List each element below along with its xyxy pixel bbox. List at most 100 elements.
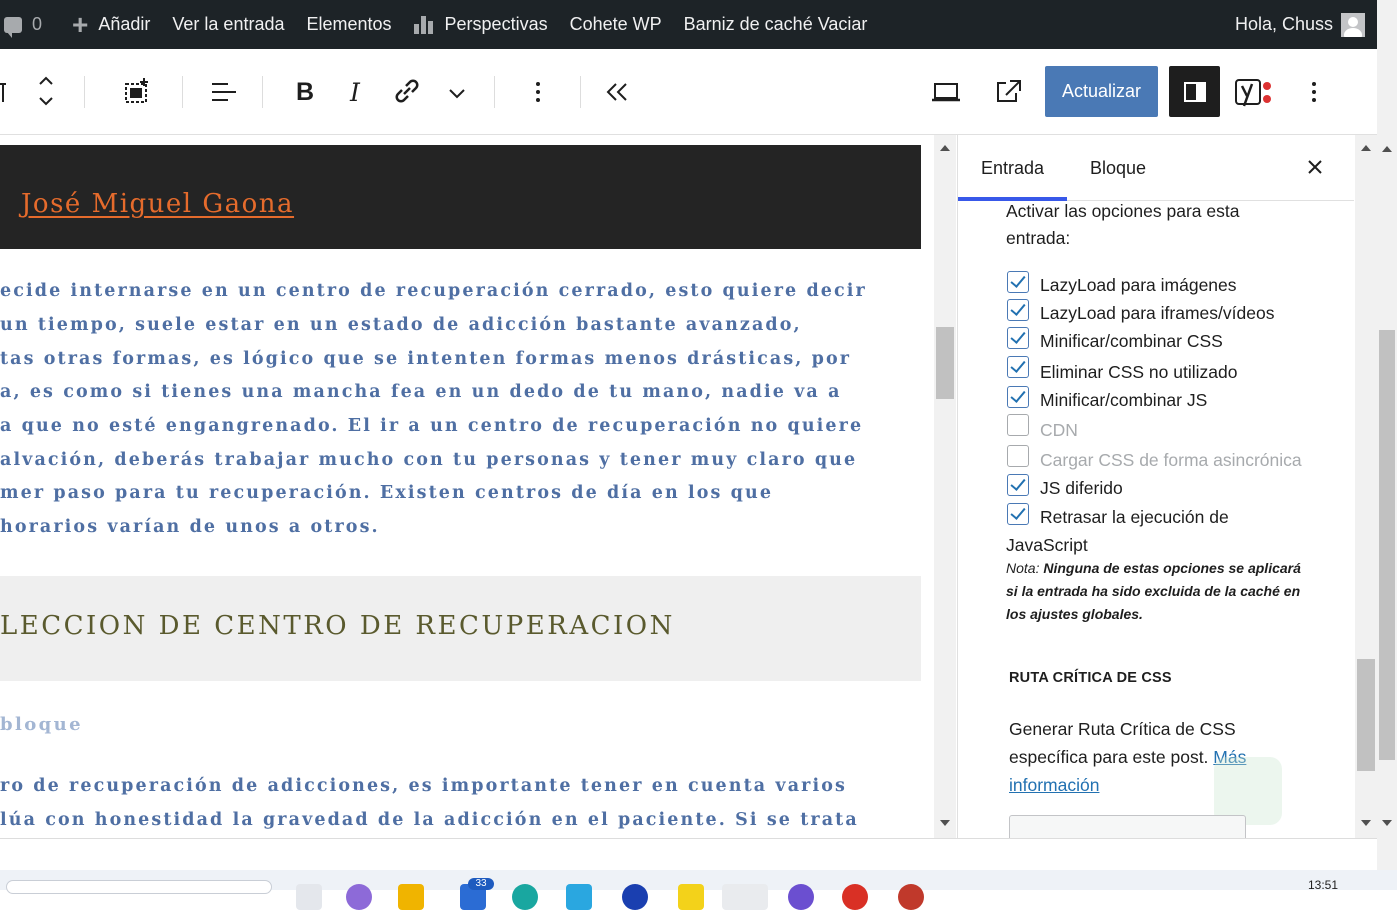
checkbox-label[interactable]: LazyLoad para imágenes — [1040, 275, 1237, 296]
paragraph-line[interactable]: lúa con honestidad la gravedad de la adi… — [0, 810, 859, 830]
app-icon[interactable] — [512, 884, 538, 910]
paragraph-line[interactable]: a que no esté engangrenado. El ir a un c… — [0, 416, 863, 436]
checkbox-label[interactable]: Eliminar CSS no utilizado — [1040, 362, 1237, 383]
app-icon[interactable] — [842, 884, 868, 910]
scroll-down-icon[interactable] — [1361, 820, 1371, 826]
checkbox-lazyload-iframes[interactable] — [1007, 299, 1029, 321]
checkbox-defer-js[interactable] — [1007, 474, 1029, 496]
paragraph-line[interactable]: tas otras formas, es lógico que se inten… — [0, 349, 851, 369]
app-icon[interactable] — [566, 884, 592, 910]
checkbox-cdn[interactable] — [1007, 414, 1029, 436]
move-up-down-icon[interactable] — [34, 72, 58, 112]
note-label: Nota: — [1006, 560, 1040, 576]
app-icon[interactable] — [788, 884, 814, 910]
app-icon[interactable] — [296, 884, 322, 910]
note-text: Nota: Ninguna de estas opciones se aplic… — [1006, 557, 1316, 626]
author-block[interactable]: José Miguel Gaona — [0, 145, 921, 249]
bold-button[interactable]: B — [290, 76, 320, 108]
comments-count: 0 — [32, 14, 43, 34]
avatar — [1341, 12, 1365, 37]
editor-canvas[interactable]: José Miguel Gaona ecide internarse en un… — [0, 135, 934, 838]
view-post-link[interactable]: Ver la entrada — [161, 0, 295, 49]
greeting: Hola, Chuss — [1234, 14, 1333, 34]
paragraph-line[interactable]: ecide internarse en un centro de recuper… — [0, 281, 867, 301]
comment-icon — [4, 16, 22, 38]
app-icon[interactable] — [678, 884, 704, 910]
checkbox-label: CDN — [1040, 420, 1078, 440]
heading-text[interactable]: LECCION DE CENTRO DE RECUPERACION — [0, 611, 675, 641]
scroll-thumb[interactable] — [1357, 659, 1375, 771]
paragraph-line[interactable]: ro de recuperación de adicciones, es imp… — [0, 776, 847, 796]
link-icon[interactable] — [390, 76, 422, 108]
app-icon[interactable] — [346, 884, 372, 910]
scroll-up-icon[interactable] — [1361, 145, 1371, 151]
author-link[interactable]: José Miguel Gaona — [21, 189, 294, 219]
checkbox-label-wrap[interactable]: JavaScript — [1006, 535, 1088, 556]
checkbox-lazyload-images[interactable] — [1007, 271, 1029, 293]
checkbox-label[interactable]: Minificar/combinar CSS — [1040, 331, 1223, 352]
paragraph-line[interactable]: un tiempo, suele estar en un estado de a… — [0, 315, 802, 335]
add-new-label: Añadir — [98, 14, 151, 34]
insights-link[interactable]: Perspectivas — [403, 0, 559, 49]
yoast-icon[interactable] — [1230, 74, 1278, 110]
insights-label: Perspectivas — [444, 14, 548, 34]
checkbox-label[interactable]: Retrasar la ejecución de — [1040, 507, 1229, 528]
page-scroll-down-icon[interactable] — [1382, 820, 1392, 826]
options-menu-icon[interactable] — [1302, 78, 1326, 106]
paragraph-line[interactable]: mer paso para tu recuperación. Existen c… — [0, 483, 773, 503]
select-block-icon[interactable] — [120, 76, 152, 108]
block-type-icon[interactable] — [0, 80, 8, 104]
generate-critical-css-button[interactable] — [1009, 815, 1246, 838]
update-button[interactable]: Actualizar — [1045, 66, 1158, 117]
checkbox-label[interactable]: LazyLoad para iframes/vídeos — [1040, 303, 1274, 324]
tab-block[interactable]: Bloque — [1090, 158, 1146, 179]
mail-badge: 33 — [468, 878, 494, 890]
add-new-link[interactable]: + Añadir — [61, 0, 161, 49]
checkbox-minify-js[interactable] — [1007, 386, 1029, 408]
app-icon[interactable] — [722, 884, 768, 910]
content-scrollbar[interactable] — [934, 135, 956, 838]
bar-chart-icon — [413, 15, 433, 34]
paragraph-line[interactable]: a, es como si tienes una mancha fea en u… — [0, 382, 842, 402]
intro-text: Activar las opciones para esta — [1006, 201, 1240, 221]
scroll-down-icon[interactable] — [940, 820, 950, 826]
heading-block[interactable]: LECCION DE CENTRO DE RECUPERACION — [0, 576, 921, 681]
toolbar-divider — [182, 76, 183, 108]
scroll-thumb[interactable] — [936, 327, 954, 399]
app-icon[interactable] — [898, 884, 924, 910]
comments-link[interactable]: 0 — [0, 0, 53, 49]
settings-toggle-button[interactable] — [1169, 66, 1220, 117]
sidebar-scrollbar[interactable] — [1355, 135, 1377, 838]
app-icon[interactable] — [622, 884, 648, 910]
external-link-icon[interactable] — [992, 77, 1024, 107]
checkbox-async-css[interactable] — [1007, 445, 1029, 467]
varnish-purge-link[interactable]: Barniz de caché Vaciar — [673, 0, 879, 49]
preview-icon[interactable] — [929, 78, 963, 106]
account-menu[interactable]: Hola, Chuss — [1234, 12, 1377, 37]
block-placeholder[interactable]: bloque — [0, 714, 83, 735]
checkbox-label[interactable]: Minificar/combinar JS — [1040, 390, 1207, 411]
close-icon[interactable] — [1304, 155, 1326, 179]
collapse-toolbar-icon[interactable] — [602, 78, 632, 106]
folder-icon[interactable] — [398, 884, 424, 910]
checkbox-remove-unused-css[interactable] — [1007, 356, 1029, 378]
tab-post[interactable]: Entrada — [981, 158, 1044, 179]
rocket-link[interactable]: Cohete WP — [559, 0, 673, 49]
checkbox-label: Cargar CSS de forma asincrónica — [1040, 450, 1302, 470]
page-scroll-thumb[interactable] — [1379, 330, 1395, 760]
horizontal-scrollbar[interactable] — [0, 838, 1377, 870]
align-left-icon[interactable] — [208, 78, 240, 106]
page-scroll-up-icon[interactable] — [1382, 146, 1392, 152]
checkbox-label[interactable]: JS diferido — [1040, 478, 1123, 499]
taskbar-search[interactable] — [6, 880, 272, 894]
italic-button[interactable]: I — [340, 76, 370, 108]
paragraph-line[interactable]: alvación, deberás trabajar mucho con tu … — [0, 450, 857, 470]
critical-css-title: RUTA CRÍTICA DE CSS — [1009, 670, 1172, 686]
checkbox-minify-css[interactable] — [1007, 327, 1029, 349]
more-options-icon[interactable] — [526, 78, 550, 106]
scroll-up-icon[interactable] — [940, 145, 950, 151]
elements-link[interactable]: Elementos — [295, 0, 402, 49]
paragraph-line[interactable]: horarios varían de unos a otros. — [0, 517, 380, 537]
checkbox-delay-js[interactable] — [1007, 503, 1029, 525]
chevron-down-icon[interactable] — [444, 80, 470, 106]
